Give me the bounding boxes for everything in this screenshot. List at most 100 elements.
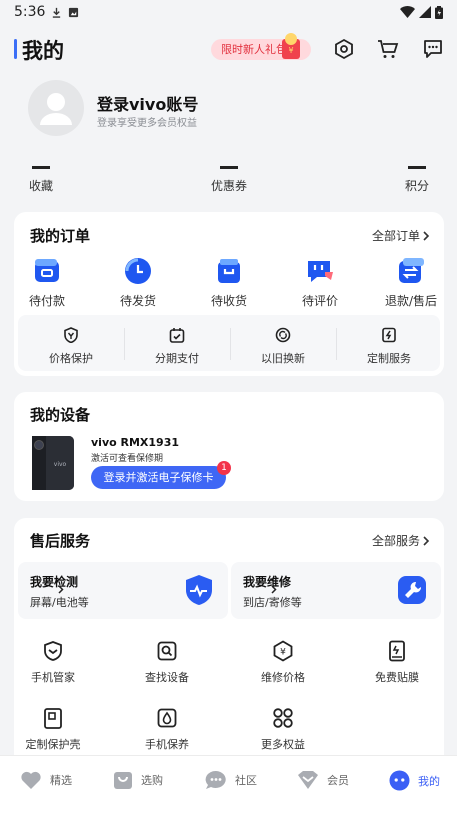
tab-me[interactable]: 我的 (389, 770, 440, 791)
phone-case-icon (44, 708, 62, 729)
devices-title: 我的设备 (30, 406, 91, 424)
status-bar: 5:36 (0, 0, 457, 24)
order-pending-shipment[interactable]: 待发货 (108, 256, 168, 309)
service-phone-manager[interactable]: 手机管家 (8, 640, 98, 685)
device-brand-mark: vivo (54, 461, 67, 468)
order-pending-review[interactable]: 待评价 (290, 256, 350, 309)
tab-community[interactable]: 社区 (205, 770, 257, 790)
stat-value (408, 166, 426, 169)
service-label: 维修价格 (261, 671, 305, 684)
price-tag-icon: ¥ (273, 640, 293, 662)
find-device-icon (157, 641, 177, 661)
service-label: 价格保护 (49, 352, 93, 365)
diagnostic-shield-icon (186, 575, 212, 605)
tab-shop[interactable]: 选购 (113, 770, 163, 790)
cart-icon[interactable] (377, 38, 399, 60)
refund-exchange-icon (399, 258, 424, 283)
tab-label: 社区 (235, 774, 257, 787)
order-label: 待评价 (301, 294, 338, 308)
shield-check-icon (44, 641, 62, 661)
stat-points[interactable]: 积分 (367, 166, 457, 194)
tab-label: 我的 (418, 774, 440, 788)
service-label: 定制服务 (367, 352, 411, 365)
order-label: 待收货 (210, 294, 247, 308)
service-trade-in[interactable]: 以旧换新 (230, 327, 336, 366)
chevron-right-icon (423, 230, 430, 241)
device-subtitle: 激活可查看保修期 (91, 454, 164, 464)
diagnostic-entry[interactable]: 我要检测 屏幕/电池等 (18, 562, 228, 619)
tab-member[interactable]: 会员 (297, 770, 349, 790)
signal-icon (419, 6, 431, 18)
service-custom-case[interactable]: 定制保护壳 (8, 707, 98, 752)
download-icon (53, 7, 61, 18)
devices-card: 我的设备 (14, 392, 444, 501)
repair-wrench-icon (398, 576, 426, 604)
svg-text:¥: ¥ (288, 46, 293, 55)
order-label: 待付款 (28, 294, 65, 308)
chevron-right-icon (58, 585, 64, 594)
clock-icon (125, 258, 151, 284)
device-image[interactable]: vivo (32, 436, 74, 490)
diagnostic-title-row: 我要检测 (30, 573, 78, 594)
service-repair-price[interactable]: ¥ 维修价格 (238, 640, 328, 685)
shopping-bag-icon (218, 259, 240, 283)
service-free-film[interactable]: 免费贴膜 (352, 640, 442, 685)
order-label: 待发货 (119, 294, 156, 308)
community-chat-tab-icon (205, 770, 226, 789)
more-grid-icon (273, 708, 293, 728)
svg-text:¥: ¥ (280, 648, 286, 658)
settings-hexagon-icon[interactable] (333, 38, 355, 60)
service-label: 手机保养 (145, 738, 189, 751)
service-installments[interactable]: 分期支付 (124, 327, 230, 366)
avatar[interactable] (28, 80, 84, 136)
member-diamond-tab-icon (298, 771, 318, 789)
login-title[interactable]: 登录vivo账号 (97, 91, 198, 115)
service-more-benefits[interactable]: 更多权益 (238, 707, 328, 752)
price-shield-icon (64, 327, 78, 344)
service-phone-care[interactable]: 手机保养 (122, 707, 212, 752)
all-services-label: 全部服务 (371, 534, 420, 548)
tab-label: 选购 (141, 774, 163, 787)
chevron-right-icon (271, 585, 277, 594)
heart-tab-icon (21, 771, 41, 789)
all-orders-link[interactable]: 全部订单 (372, 227, 430, 244)
order-refund[interactable]: 退款/售后 (381, 256, 441, 309)
repair-subtitle: 到店/寄修等 (243, 596, 302, 609)
trade-in-icon (275, 327, 291, 343)
title-accent-bar (14, 39, 17, 59)
screen-film-icon (389, 640, 405, 662)
stat-label: 优惠券 (210, 179, 247, 193)
order-label: 退款/售后 (384, 294, 438, 308)
all-services-link[interactable]: 全部服务 (372, 532, 430, 549)
stat-value (220, 166, 238, 169)
repair-entry[interactable]: 我要维修 到店/寄修等 (231, 562, 441, 619)
tab-label: 会员 (327, 774, 349, 787)
order-pending-payment[interactable]: 待付款 (17, 256, 77, 309)
stat-coupons[interactable]: 优惠券 (179, 166, 279, 194)
activate-warranty-button[interactable]: 登录并激活电子保修卡 (91, 466, 226, 489)
wifi-icon (400, 6, 415, 18)
tab-featured[interactable]: 精选 (20, 770, 72, 790)
tab-label: 精选 (50, 774, 72, 787)
service-find-device[interactable]: 查找设备 (122, 640, 212, 685)
shop-bag-tab-icon (114, 772, 132, 789)
calendar-check-icon (169, 328, 185, 343)
stat-label: 收藏 (28, 179, 53, 193)
notification-badge: 1 (217, 461, 231, 475)
orders-title: 我的订单 (30, 227, 91, 245)
device-name: vivo RMX1931 (91, 436, 180, 449)
login-subtitle: 登录享受更多会员权益 (97, 118, 197, 129)
diagnostic-subtitle: 屏幕/电池等 (30, 596, 89, 609)
wallet-icon (35, 259, 59, 282)
message-icon[interactable] (422, 38, 444, 60)
service-price-protection[interactable]: 价格保护 (18, 327, 124, 366)
service-label: 免费贴膜 (375, 671, 419, 684)
order-pending-receipt[interactable]: 待收货 (199, 256, 259, 309)
review-chat-icon (308, 261, 333, 282)
stat-favorites[interactable]: 收藏 (0, 166, 91, 194)
service-label: 查找设备 (145, 671, 189, 684)
service-custom[interactable]: 定制服务 (336, 327, 442, 366)
me-face-tab-icon (389, 770, 410, 791)
repair-title: 我要维修 (243, 575, 292, 589)
service-label: 手机管家 (31, 671, 75, 684)
